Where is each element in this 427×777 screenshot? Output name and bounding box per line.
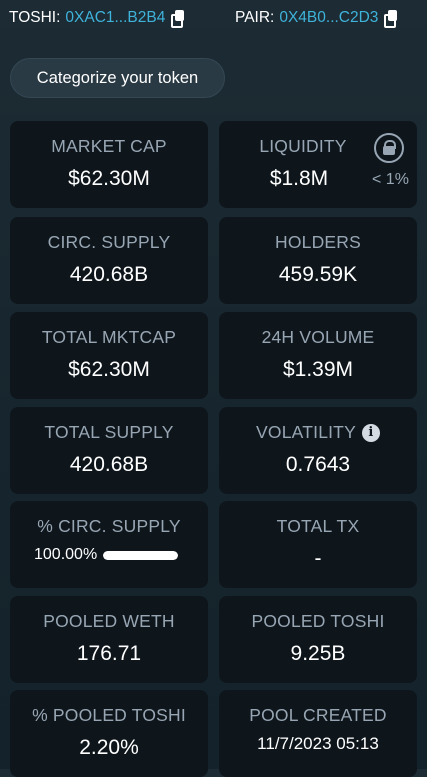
progress-bar [103, 550, 179, 560]
stat-value: $62.30M [68, 358, 150, 381]
stat-label: VOLATILITY [256, 422, 356, 442]
stat-card-holders: HOLDERS 459.59K [219, 217, 417, 304]
stat-value: 420.68B [69, 263, 149, 286]
lock-icon[interactable] [374, 133, 404, 163]
stat-card-circ-supply: CIRC. SUPPLY 420.68B [10, 217, 208, 304]
stat-label: TOTAL TX [276, 516, 360, 536]
pair-address: PAIR: 0X4B0...C2D3 [235, 9, 399, 28]
token-address-value[interactable]: 0XAC1...B2B4 [65, 9, 165, 27]
stat-value: 11/7/2023 05:13 [257, 734, 379, 753]
stat-label: % CIRC. SUPPLY [37, 516, 181, 536]
stat-value: $1.39M [282, 358, 354, 381]
stat-card-24h-volume: 24H VOLUME $1.39M [219, 312, 417, 399]
stat-card-volatility: VOLATILITY i 0.7643 [219, 407, 417, 494]
stat-value: $1.8M [269, 167, 329, 190]
stat-value: 459.59K [278, 263, 358, 286]
pair-address-label: PAIR: [235, 9, 275, 26]
stat-card-pooled-weth: POOLED WETH 176.71 [10, 596, 208, 683]
stat-value: 176.71 [76, 642, 142, 665]
stat-label: 24H VOLUME [261, 327, 375, 347]
stat-card-total-supply: TOTAL SUPPLY 420.68B [10, 407, 208, 494]
pair-address-value[interactable]: 0X4B0...C2D3 [279, 9, 378, 27]
stat-label: MARKET CAP [51, 136, 167, 156]
progress-bar-fill [103, 550, 179, 560]
stat-card-total-tx: TOTAL TX - [219, 501, 417, 588]
stat-card-market-cap: MARKET CAP $62.30M [10, 121, 208, 208]
stat-value: 100.00% [34, 546, 98, 563]
stat-label: % POOLED TOSHI [32, 705, 186, 725]
stat-label: POOLED WETH [43, 611, 175, 631]
address-bar: TOSHI: 0XAC1...B2B4 PAIR: 0X4B0...C2D3 [0, 0, 427, 38]
stat-card-pool-created: POOL CREATED 11/7/2023 05:13 [219, 690, 417, 777]
categorize-token-button[interactable]: Categorize your token [10, 58, 225, 98]
stat-label: TOTAL MKTCAP [41, 327, 177, 347]
circ-supply-progress: 100.00% [34, 546, 179, 564]
stat-card-pct-pooled-toshi: % POOLED TOSHI 2.20% [10, 690, 208, 777]
liquidity-locked-percent: < 1% [372, 171, 409, 188]
stat-card-liquidity: LIQUIDITY $1.8M < 1% [219, 121, 417, 208]
stat-card-total-mktcap: TOTAL MKTCAP $62.30M [10, 312, 208, 399]
stat-label: HOLDERS [274, 232, 361, 252]
stat-label: TOTAL SUPPLY [44, 422, 174, 442]
stat-label: POOL CREATED [249, 705, 387, 725]
stat-value: 2.20% [79, 736, 139, 759]
stat-value: 420.68B [69, 453, 149, 476]
stat-label: POOLED TOSHI [251, 611, 385, 631]
stat-label: CIRC. SUPPLY [47, 232, 171, 252]
token-address-label: TOSHI: [9, 9, 61, 26]
stat-value: $62.30M [68, 167, 150, 190]
stat-card-pct-circ-supply: % CIRC. SUPPLY 100.00% [10, 501, 208, 588]
stat-card-pooled-toshi: POOLED TOSHI 9.25B [219, 596, 417, 683]
stat-value: 9.25B [290, 642, 346, 665]
token-address: TOSHI: 0XAC1...B2B4 [9, 9, 186, 28]
stat-value: 0.7643 [285, 453, 351, 476]
stat-value: - [314, 547, 322, 570]
stat-label-row: VOLATILITY i [219, 422, 417, 443]
stat-label: LIQUIDITY [259, 136, 347, 156]
info-icon[interactable]: i [361, 424, 380, 442]
copy-icon[interactable] [384, 9, 399, 28]
copy-icon[interactable] [171, 9, 186, 28]
